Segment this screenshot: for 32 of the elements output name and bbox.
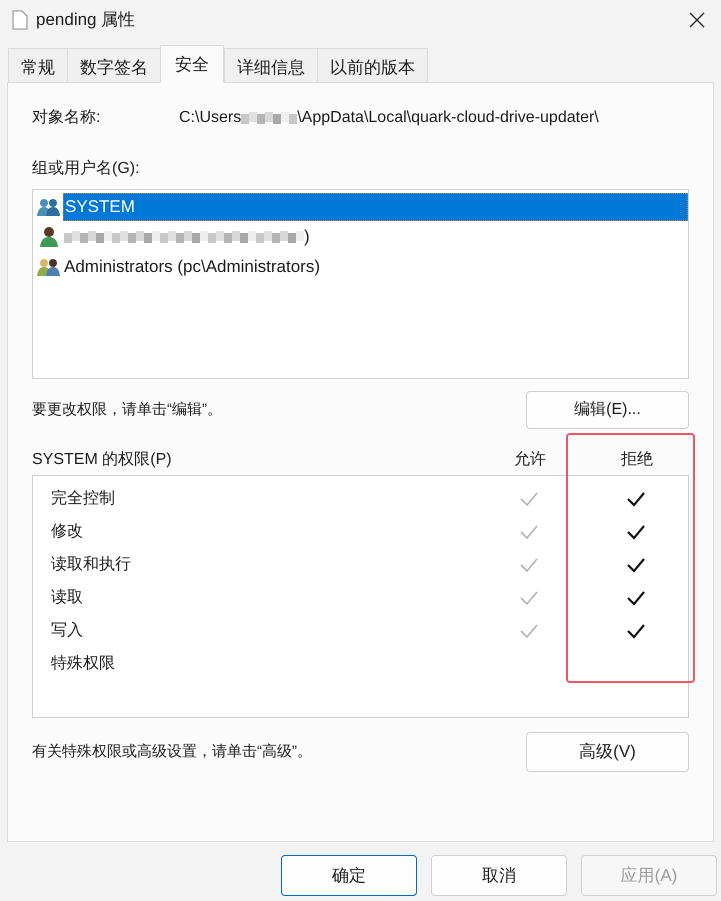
dialog-button[interactable]: 确定 xyxy=(281,855,417,896)
column-header: 拒绝 xyxy=(620,450,654,470)
user-list-item[interactable]: Administrators (pc\Administrators) xyxy=(63,253,688,281)
column-header: 允许 xyxy=(513,450,547,470)
permission-name: 读取 xyxy=(51,588,84,608)
advanced-button[interactable]: 高级(V) xyxy=(526,732,689,772)
close-icon[interactable] xyxy=(689,12,705,28)
user-icon xyxy=(37,226,61,248)
permission-name: 写入 xyxy=(51,620,84,640)
user-list-item[interactable]: SYSTEM xyxy=(63,193,688,221)
edit-hint: 要更改权限，请单击“编辑”。 xyxy=(32,400,222,420)
user-group-icon xyxy=(37,197,61,217)
permission-name: 特殊权限 xyxy=(51,654,116,674)
tab[interactable]: 详细信息 xyxy=(224,48,318,82)
tab[interactable]: 以前的版本 xyxy=(317,48,428,82)
edit-button[interactable]: 编辑(E)... xyxy=(526,391,689,429)
object-name-label: 对象名称: xyxy=(32,108,102,128)
advanced-hint: 有关特殊权限或高级设置，请单击“高级”。 xyxy=(32,742,312,762)
permission-name: 读取和执行 xyxy=(51,554,132,574)
dialog-button[interactable]: 取消 xyxy=(431,855,567,896)
permission-name: 完全控制 xyxy=(51,488,116,508)
users-label: 组或用户名(G): xyxy=(32,158,141,179)
permissions-title: SYSTEM 的权限(P) xyxy=(32,450,173,470)
object-path: C:\Users xyxy=(179,108,242,128)
user-list-item[interactable]: ) xyxy=(63,223,688,251)
permission-name: 修改 xyxy=(51,522,84,542)
tab[interactable]: 安全 xyxy=(160,45,224,83)
user-group-icon xyxy=(37,257,61,277)
tab[interactable]: 常规 xyxy=(8,48,68,82)
document-icon xyxy=(12,10,28,30)
object-path: \AppData\Local\quark-cloud-drive-updater\ xyxy=(297,108,599,128)
window-title: pending 属性 xyxy=(36,9,136,32)
